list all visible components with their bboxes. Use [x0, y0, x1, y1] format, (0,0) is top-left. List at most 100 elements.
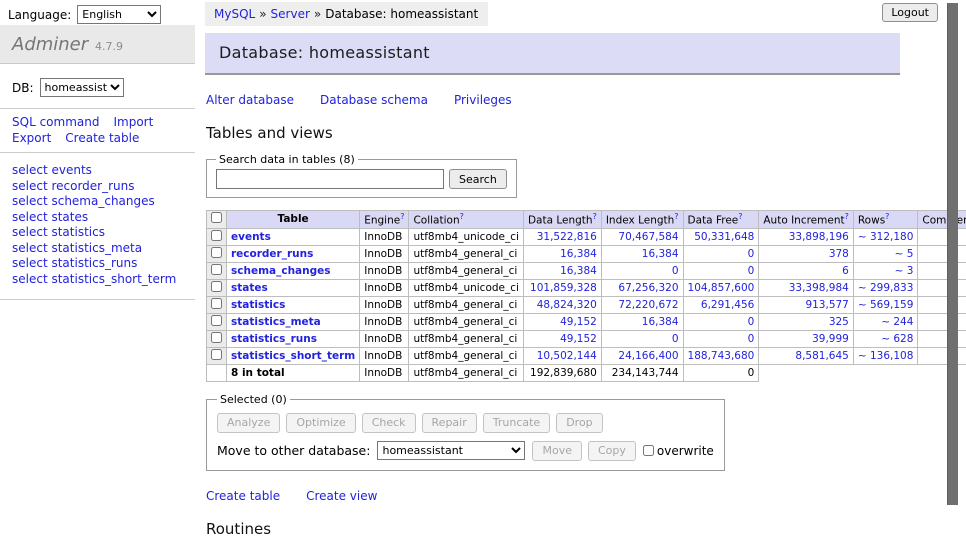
auto-increment-link[interactable]: 8,581,645: [763, 350, 849, 362]
rows-link[interactable]: ~ 299,833: [858, 282, 914, 294]
auto-increment-link[interactable]: 6: [763, 265, 849, 277]
data-free-link[interactable]: 188,743,680: [688, 350, 755, 362]
table-name-link-schema-changes[interactable]: schema_changes: [231, 265, 331, 277]
sidebar-link-select-statistics-runs[interactable]: select statistics_runs: [12, 256, 183, 272]
data-length-link[interactable]: 16,384: [528, 248, 597, 260]
auto-increment-link[interactable]: 325: [763, 316, 849, 328]
auto-increment-link[interactable]: 378: [763, 248, 849, 260]
data-length-link[interactable]: 49,152: [528, 333, 597, 345]
row-checkbox[interactable]: [211, 298, 222, 309]
index-length-link[interactable]: 0: [606, 265, 679, 277]
sidebar-link-select-schema-changes[interactable]: select schema_changes: [12, 194, 183, 210]
data-length-link[interactable]: 49,152: [528, 316, 597, 328]
data-free-link[interactable]: 0: [688, 265, 755, 277]
data-free-link[interactable]: 50,331,648: [688, 231, 755, 243]
link-database-schema[interactable]: Database schema: [320, 93, 428, 107]
column-help-data-free-link[interactable]: ?: [738, 212, 742, 221]
auto-increment-link[interactable]: 913,577: [763, 299, 849, 311]
sidebar-action-sql-command[interactable]: SQL command: [12, 115, 99, 129]
sidebar-action-import[interactable]: Import: [113, 115, 153, 129]
table-name-link-recorder-runs[interactable]: recorder_runs: [231, 248, 313, 260]
language-select[interactable]: English: [77, 5, 161, 24]
scrollbar-thumb[interactable]: [947, 3, 958, 505]
check-button[interactable]: Check: [362, 413, 416, 433]
data-free-link[interactable]: 0: [688, 316, 755, 328]
optimize-button[interactable]: Optimize: [286, 413, 355, 433]
move-database-select[interactable]: homeassistant: [377, 441, 525, 460]
link-create-table[interactable]: Create table: [206, 489, 280, 503]
breadcrumb-item-mysql[interactable]: MySQL: [214, 7, 255, 21]
index-length-link[interactable]: 16,384: [606, 248, 679, 260]
auto-increment-link[interactable]: 39,999: [763, 333, 849, 345]
column-help-auto-increment-link[interactable]: ?: [845, 212, 849, 221]
link-alter-database[interactable]: Alter database: [206, 93, 294, 107]
column-help-data-length-link[interactable]: ?: [593, 212, 597, 221]
move-button[interactable]: Move: [532, 441, 582, 461]
row-checkbox[interactable]: [211, 230, 222, 241]
db-select[interactable]: homeassistant: [40, 78, 124, 97]
auto-increment-link[interactable]: 33,898,196: [763, 231, 849, 243]
analyze-button[interactable]: Analyze: [217, 413, 280, 433]
search-button[interactable]: Search: [449, 169, 507, 189]
table-name-link-states[interactable]: states: [231, 282, 268, 294]
search-input[interactable]: [216, 169, 444, 189]
index-length-link[interactable]: 16,384: [606, 316, 679, 328]
column-help-engine-link[interactable]: ?: [400, 212, 404, 221]
row-checkbox[interactable]: [211, 247, 222, 258]
data-length-link[interactable]: 101,859,328: [528, 282, 597, 294]
data-length-link[interactable]: 10,502,144: [528, 350, 597, 362]
column-help-collation-link[interactable]: ?: [460, 212, 464, 221]
data-length-link[interactable]: 31,522,816: [528, 231, 597, 243]
truncate-button[interactable]: Truncate: [483, 413, 550, 433]
data-free-link[interactable]: 6,291,456: [688, 299, 755, 311]
sidebar-action-export[interactable]: Export: [12, 131, 51, 145]
table-name-link-statistics-meta[interactable]: statistics_meta: [231, 316, 321, 328]
table-name-link-statistics-runs[interactable]: statistics_runs: [231, 333, 317, 345]
row-checkbox[interactable]: [211, 332, 222, 343]
adminer-logo[interactable]: Adminer: [12, 34, 88, 55]
copy-button[interactable]: Copy: [588, 441, 636, 461]
sidebar-link-select-states[interactable]: select states: [12, 210, 183, 226]
sidebar-link-select-statistics[interactable]: select statistics: [12, 225, 183, 241]
rows-link[interactable]: ~ 569,159: [858, 299, 914, 311]
sidebar-action-create-table[interactable]: Create table: [65, 131, 139, 145]
rows-link[interactable]: ~ 5: [858, 248, 914, 260]
rows-link[interactable]: ~ 3: [858, 265, 914, 277]
row-checkbox[interactable]: [211, 349, 222, 360]
repair-button[interactable]: Repair: [422, 413, 477, 433]
index-length-link[interactable]: 0: [606, 333, 679, 345]
sidebar-link-select-events[interactable]: select events: [12, 163, 183, 179]
data-free-link[interactable]: 0: [688, 248, 755, 260]
index-length-link[interactable]: 70,467,584: [606, 231, 679, 243]
rows-link[interactable]: ~ 628: [858, 333, 914, 345]
row-checkbox[interactable]: [211, 281, 222, 292]
link-privileges[interactable]: Privileges: [454, 93, 512, 107]
select-all-checkbox[interactable]: [211, 212, 222, 223]
table-name-link-events[interactable]: events: [231, 231, 271, 243]
sidebar-link-select-recorder-runs[interactable]: select recorder_runs: [12, 179, 183, 195]
index-length-link[interactable]: 67,256,320: [606, 282, 679, 294]
sidebar-link-select-statistics-meta[interactable]: select statistics_meta: [12, 241, 183, 257]
column-help-rows-link[interactable]: ?: [885, 212, 889, 221]
overwrite-checkbox[interactable]: [643, 445, 654, 456]
table-name-link-statistics[interactable]: statistics: [231, 299, 285, 311]
column-help-index-length-link[interactable]: ?: [674, 212, 678, 221]
rows-link[interactable]: ~ 136,108: [858, 350, 914, 362]
move-buttons: Move Copy: [532, 441, 635, 461]
data-free-link[interactable]: 0: [688, 333, 755, 345]
data-length-link[interactable]: 48,824,320: [528, 299, 597, 311]
row-checkbox[interactable]: [211, 264, 222, 275]
sidebar-link-select-statistics-short-term[interactable]: select statistics_short_term: [12, 272, 183, 288]
index-length-link[interactable]: 24,166,400: [606, 350, 679, 362]
row-checkbox[interactable]: [211, 315, 222, 326]
data-length-link[interactable]: 16,384: [528, 265, 597, 277]
table-name-link-statistics-short-term[interactable]: statistics_short_term: [231, 350, 355, 362]
rows-link[interactable]: ~ 244: [858, 316, 914, 328]
auto-increment-link[interactable]: 33,398,984: [763, 282, 849, 294]
index-length-link[interactable]: 72,220,672: [606, 299, 679, 311]
breadcrumb-item-server[interactable]: Server: [271, 7, 310, 21]
rows-link[interactable]: ~ 312,180: [858, 231, 914, 243]
link-create-view[interactable]: Create view: [306, 489, 377, 503]
data-free-link[interactable]: 104,857,600: [688, 282, 755, 294]
drop-button[interactable]: Drop: [556, 413, 602, 433]
